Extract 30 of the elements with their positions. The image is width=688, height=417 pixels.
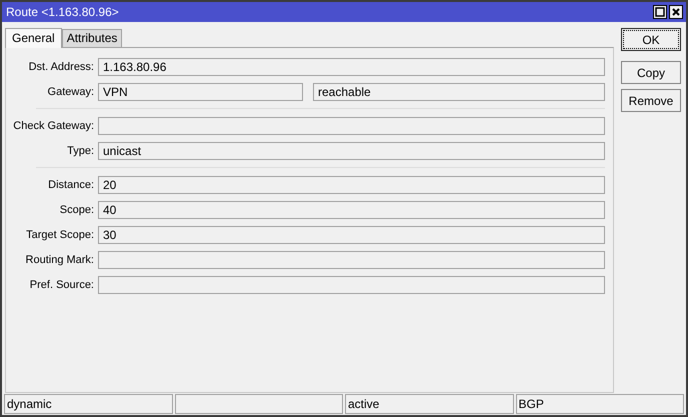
input-field[interactable]: unicast: [98, 142, 605, 160]
window-title: Route <1.163.80.96>: [6, 4, 119, 21]
status-cell: BGP: [516, 394, 684, 414]
input-field[interactable]: 1.163.80.96: [98, 58, 605, 76]
field-label: Gateway:: [46, 84, 94, 100]
field-label: Target Scope:: [25, 228, 94, 243]
input-field[interactable]: 20: [98, 176, 605, 194]
field-label: Pref. Source:: [28, 278, 94, 293]
input-field[interactable]: VPN: [98, 83, 303, 101]
dialog-button[interactable]: OK: [621, 28, 681, 51]
close-icon[interactable]: [669, 5, 683, 19]
maximize-icon[interactable]: [653, 5, 667, 19]
input-field[interactable]: [98, 251, 605, 269]
field-label: Routing Mark:: [24, 252, 94, 268]
field-label: Check Gateway:: [12, 118, 94, 134]
input-field[interactable]: [98, 276, 605, 294]
tab[interactable]: General: [5, 28, 62, 48]
input-field[interactable]: 40: [98, 201, 605, 219]
dialog-button[interactable]: Remove: [621, 89, 681, 112]
field-label: Distance:: [47, 178, 94, 193]
field-label: Dst. Address:: [28, 60, 94, 75]
dialog-button[interactable]: Copy: [621, 61, 681, 84]
input-field[interactable]: reachable: [313, 83, 605, 101]
field-label: Type:: [66, 144, 94, 159]
status-cell: active: [345, 394, 514, 414]
field-label: Scope:: [58, 202, 94, 218]
input-field[interactable]: [98, 117, 605, 135]
tab[interactable]: Attributes: [62, 29, 122, 47]
status-cell: dynamic: [4, 394, 172, 414]
input-field[interactable]: 30: [98, 226, 605, 244]
